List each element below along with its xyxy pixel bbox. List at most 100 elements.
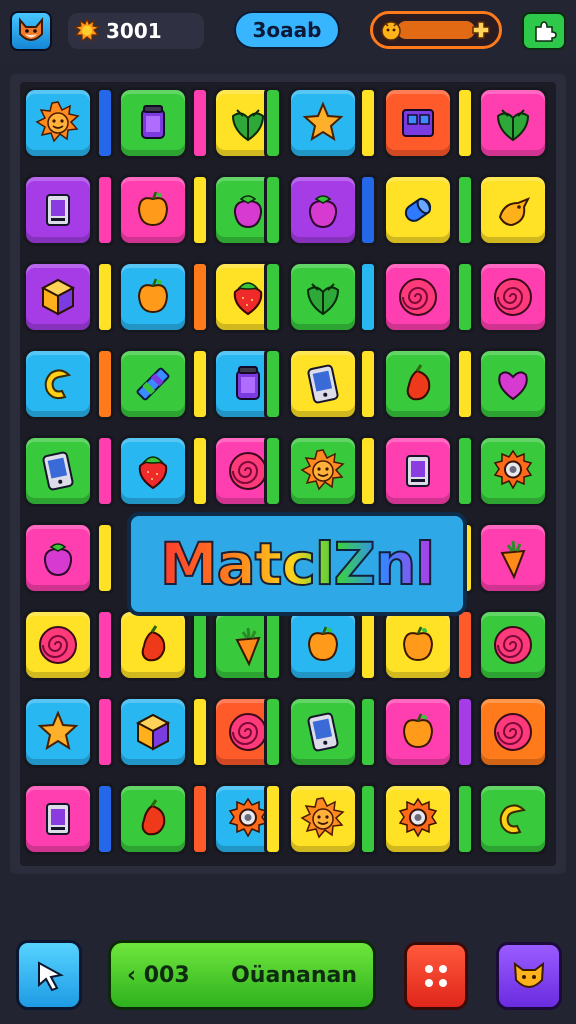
spiral-icon bbox=[39, 626, 77, 664]
tile-gap-block bbox=[264, 348, 282, 420]
board-tile[interactable] bbox=[288, 609, 358, 681]
tile-gap-block bbox=[191, 609, 209, 681]
tile-gap-block bbox=[456, 696, 474, 768]
board-tile[interactable] bbox=[478, 696, 548, 768]
tile-gap-block bbox=[264, 174, 282, 246]
apple-icon bbox=[137, 278, 169, 314]
board-tile[interactable] bbox=[478, 174, 548, 246]
box-icon bbox=[135, 713, 171, 751]
board-tile[interactable] bbox=[23, 609, 93, 681]
spiral-icon bbox=[494, 713, 532, 751]
score-label: 3oaab bbox=[252, 18, 322, 42]
board-tile[interactable] bbox=[478, 435, 548, 507]
apple-icon bbox=[402, 626, 434, 662]
tile-gap-block bbox=[191, 348, 209, 420]
board-tile[interactable] bbox=[118, 435, 188, 507]
tile-gap-block bbox=[359, 609, 377, 681]
score-button[interactable]: 3oaab bbox=[234, 11, 340, 49]
box-icon bbox=[40, 278, 76, 316]
game-title-banner: MatclZnl bbox=[127, 512, 467, 616]
board-tile[interactable] bbox=[383, 435, 453, 507]
puzzle-button[interactable] bbox=[522, 12, 566, 50]
tile-gap-block bbox=[359, 435, 377, 507]
board-tile[interactable] bbox=[383, 174, 453, 246]
tile-gap-block bbox=[456, 783, 474, 855]
tile-gap-block bbox=[96, 261, 114, 333]
orange-creature-icon bbox=[381, 21, 401, 41]
board-tile[interactable] bbox=[478, 261, 548, 333]
spiral-icon bbox=[399, 278, 437, 316]
board-tile[interactable] bbox=[383, 609, 453, 681]
tile-gap-block bbox=[264, 261, 282, 333]
pepper-icon bbox=[406, 364, 431, 401]
board-tile[interactable] bbox=[383, 696, 453, 768]
tile-gap-block bbox=[96, 696, 114, 768]
board-tile[interactable] bbox=[383, 87, 453, 159]
board-tile[interactable] bbox=[478, 348, 548, 420]
board-tile[interactable] bbox=[288, 696, 358, 768]
board-tile[interactable] bbox=[118, 783, 188, 855]
fox-head-icon bbox=[513, 961, 545, 988]
apple-icon bbox=[402, 713, 434, 749]
sun-icon bbox=[300, 449, 345, 491]
board-tile[interactable] bbox=[23, 261, 93, 333]
tile-gap-block bbox=[264, 609, 282, 681]
character-button[interactable] bbox=[496, 942, 562, 1010]
board-tile[interactable] bbox=[118, 261, 188, 333]
fox-face-icon[interactable] bbox=[10, 11, 52, 51]
gear-icon bbox=[398, 797, 438, 838]
board-tile[interactable] bbox=[118, 696, 188, 768]
board-tile[interactable] bbox=[118, 609, 188, 681]
tile-gap-block bbox=[96, 609, 114, 681]
game-board bbox=[20, 82, 556, 866]
board-tile[interactable] bbox=[288, 348, 358, 420]
board-tile[interactable] bbox=[23, 522, 93, 594]
board-tile[interactable] bbox=[118, 87, 188, 159]
tile-gap-block bbox=[191, 261, 209, 333]
board-tile[interactable] bbox=[23, 348, 93, 420]
berry-icon bbox=[308, 195, 338, 229]
powerup-meter[interactable] bbox=[370, 11, 502, 49]
pepper-icon bbox=[141, 799, 166, 836]
strawberry-icon bbox=[138, 456, 168, 490]
tile-gap-block bbox=[456, 261, 474, 333]
shuffle-button[interactable] bbox=[404, 942, 468, 1010]
tile-gap-block bbox=[191, 783, 209, 855]
board-tile[interactable] bbox=[23, 87, 93, 159]
tile-gap-block bbox=[96, 87, 114, 159]
board-tile[interactable] bbox=[478, 609, 548, 681]
tile-gap-block bbox=[264, 696, 282, 768]
board-tile[interactable] bbox=[288, 435, 358, 507]
hint-button[interactable] bbox=[16, 940, 82, 1010]
cube-icon bbox=[402, 109, 434, 137]
board-tile[interactable] bbox=[23, 174, 93, 246]
pepper-icon bbox=[141, 625, 166, 662]
leaf-icon bbox=[306, 283, 340, 316]
board-tile[interactable] bbox=[23, 783, 93, 855]
board-tile[interactable] bbox=[383, 348, 453, 420]
board-tile[interactable] bbox=[118, 174, 188, 246]
board-tile[interactable] bbox=[383, 261, 453, 333]
board-tile[interactable] bbox=[288, 783, 358, 855]
dice-icon bbox=[425, 965, 447, 987]
board-tile[interactable] bbox=[383, 783, 453, 855]
board-tile[interactable] bbox=[478, 783, 548, 855]
board-tile[interactable] bbox=[23, 696, 93, 768]
tile-gap-block bbox=[191, 87, 209, 159]
level-button[interactable]: ‹ 003 Oüananan bbox=[108, 940, 376, 1010]
board-tile[interactable] bbox=[118, 348, 188, 420]
board-tile[interactable] bbox=[478, 522, 548, 594]
board-tile[interactable] bbox=[478, 87, 548, 159]
tile-gap-block bbox=[359, 87, 377, 159]
bird-icon bbox=[498, 197, 531, 227]
tile-gap-block bbox=[456, 87, 474, 159]
board-tile[interactable] bbox=[288, 87, 358, 159]
card-icon bbox=[46, 194, 70, 226]
tile-gap-block bbox=[96, 522, 114, 594]
crescent-icon bbox=[44, 369, 72, 400]
board-tile[interactable] bbox=[23, 435, 93, 507]
gear-icon bbox=[493, 449, 533, 490]
board-tile[interactable] bbox=[288, 174, 358, 246]
spiral-icon bbox=[494, 626, 532, 664]
board-tile[interactable] bbox=[288, 261, 358, 333]
